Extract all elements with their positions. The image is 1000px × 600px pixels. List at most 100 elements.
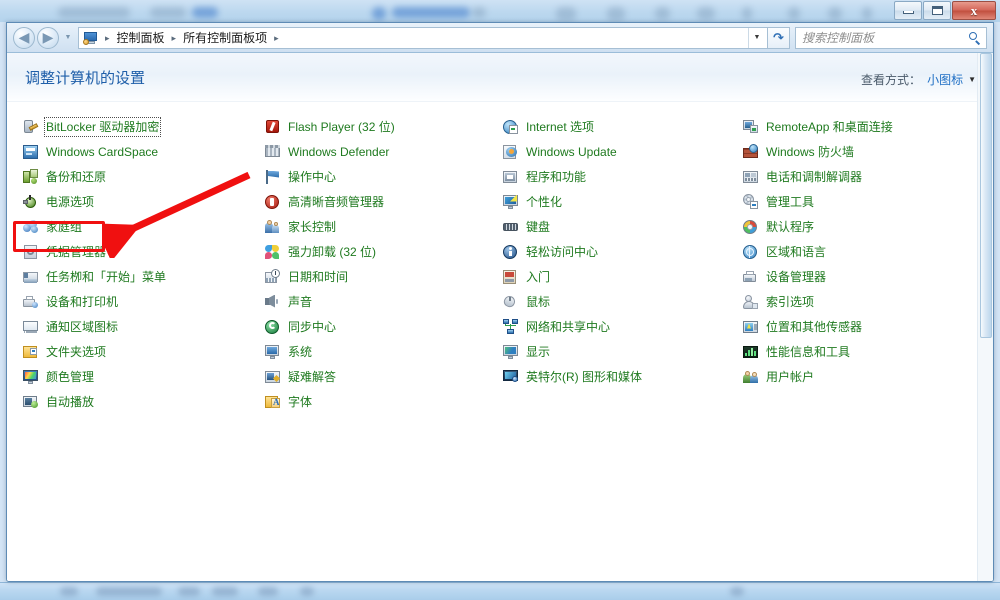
control-panel-item-label: 高清晰音频管理器 bbox=[288, 194, 385, 209]
view-by-control[interactable]: 查看方式： 小图标 ▼ bbox=[861, 71, 976, 88]
control-panel-item[interactable]: A 字体 bbox=[265, 389, 499, 414]
control-panel-item-label: 文件夹选项 bbox=[46, 344, 107, 359]
control-panel-item[interactable]: 自动播放 bbox=[23, 389, 259, 414]
breadcrumb-item-all-items[interactable]: 所有控制面板项 bbox=[179, 28, 271, 48]
control-panel-item[interactable]: 索引选项 bbox=[743, 289, 983, 314]
chevron-down-icon[interactable]: ▼ bbox=[968, 75, 976, 84]
control-panel-item[interactable]: 设备管理器 bbox=[743, 264, 983, 289]
vertical-scrollbar[interactable] bbox=[977, 53, 993, 581]
phone-modem-icon bbox=[743, 169, 759, 185]
blurred-background-taskbar bbox=[0, 582, 1000, 600]
control-panel-item[interactable]: BitLocker 驱动器加密 bbox=[23, 114, 259, 139]
windows-defender-icon bbox=[265, 144, 281, 160]
breadcrumb-separator-0[interactable]: ▸ bbox=[102, 28, 113, 48]
control-panel-item[interactable]: 用户帐户 bbox=[743, 364, 983, 389]
content-pane: 调整计算机的设置 查看方式： 小图标 ▼ BitLocker 驱动器加密 Wind… bbox=[7, 53, 993, 581]
minimize-icon bbox=[902, 11, 914, 14]
control-panel-item[interactable]: 管理工具 bbox=[743, 189, 983, 214]
control-panel-item[interactable]: 网络和共享中心 bbox=[503, 314, 735, 339]
forward-icon: ▶ bbox=[42, 29, 54, 46]
column-2: Flash Player (32 位) Windows Defender 操作中心高… bbox=[265, 114, 499, 414]
control-panel-item-label: 凭据管理器 bbox=[46, 244, 107, 259]
control-panel-item[interactable]: 强力卸载 (32 位) bbox=[265, 239, 499, 264]
control-panel-item[interactable]: 默认程序 bbox=[743, 214, 983, 239]
breadcrumb-separator-2[interactable]: ▸ bbox=[271, 28, 282, 48]
control-panel-item[interactable]: 设备和打印机 bbox=[23, 289, 259, 314]
control-panel-item[interactable]: 性能信息和工具 bbox=[743, 339, 983, 364]
control-panel-item[interactable]: 电话和调制解调器 bbox=[743, 164, 983, 189]
breadcrumb[interactable]: ▸ 控制面板 ▸ 所有控制面板项 ▸ ▼ bbox=[78, 26, 768, 49]
scrollbar-thumb[interactable] bbox=[980, 53, 992, 338]
back-button[interactable]: ◀ bbox=[13, 26, 35, 49]
control-panel-item[interactable]: 高清晰音频管理器 bbox=[265, 189, 499, 214]
control-panel-item[interactable]: 备份和还原 bbox=[23, 164, 259, 189]
forward-button[interactable]: ▶ bbox=[37, 26, 59, 49]
control-panel-item[interactable]: 声音 bbox=[265, 289, 499, 314]
keyboard-icon bbox=[503, 219, 519, 235]
control-panel-item-label: 位置和其他传感器 bbox=[766, 319, 863, 334]
control-panel-item[interactable]: 任务栁和「开始」菜单 bbox=[23, 264, 259, 289]
close-button[interactable]: x bbox=[952, 1, 996, 20]
control-panel-item[interactable]: Internet 选项 bbox=[503, 114, 735, 139]
control-panel-item[interactable]: 个性化 bbox=[503, 189, 735, 214]
control-panel-item[interactable]: Windows Defender bbox=[265, 139, 499, 164]
control-panel-item[interactable]: 通知区域图标 bbox=[23, 314, 259, 339]
address-dropdown-button[interactable]: ▼ bbox=[748, 27, 765, 48]
control-panel-item-label: 默认程序 bbox=[766, 219, 815, 234]
control-panel-item[interactable]: 家长控制 bbox=[265, 214, 499, 239]
control-panel-item[interactable]: 键盘 bbox=[503, 214, 735, 239]
control-panel-window: ◀ ▶ ▼ ▸ 控制面板 ▸ 所有控制面板项 ▸ ▼ ↷ 搜索控制面板 调整计算… bbox=[6, 22, 994, 582]
control-panel-item[interactable]: 凭据管理器 bbox=[23, 239, 259, 264]
control-panel-item[interactable]: 电源选项 bbox=[23, 189, 259, 214]
control-panel-item[interactable]: 家庭组 bbox=[23, 214, 259, 239]
taskbar-start-menu-icon bbox=[23, 269, 39, 285]
control-panel-item[interactable]: 日期和时间 bbox=[265, 264, 499, 289]
control-panel-item[interactable]: 轻松访问中心 bbox=[503, 239, 735, 264]
control-panel-item[interactable]: 颜色管理 bbox=[23, 364, 259, 389]
sound-icon bbox=[265, 294, 281, 310]
minimize-button[interactable] bbox=[894, 1, 922, 20]
control-panel-item-label: 家长控制 bbox=[288, 219, 337, 234]
control-panel-item[interactable]: Windows Update bbox=[503, 139, 735, 164]
history-dropdown-button[interactable]: ▼ bbox=[61, 34, 75, 41]
control-panel-item[interactable]: 鼠标 bbox=[502, 289, 735, 314]
control-panel-item[interactable]: 位置和其他传感器 bbox=[743, 314, 983, 339]
page-title: 调整计算机的设置 bbox=[25, 70, 146, 87]
control-panel-item-label: 入门 bbox=[526, 269, 551, 284]
control-panel-item[interactable]: Windows CardSpace bbox=[23, 139, 259, 164]
breadcrumb-separator-1[interactable]: ▸ bbox=[169, 28, 180, 48]
control-panel-item[interactable]: 显示 bbox=[503, 339, 735, 364]
control-panel-item-label: 任务栁和「开始」菜单 bbox=[46, 269, 167, 284]
control-panel-item[interactable]: 系统 bbox=[265, 339, 499, 364]
control-panel-item[interactable]: 文件夹选项 bbox=[23, 339, 259, 364]
control-panel-item[interactable]: RemoteApp 和桌面连接 bbox=[743, 114, 983, 139]
maximize-button[interactable] bbox=[923, 1, 951, 20]
control-panel-item[interactable]: Windows 防火墙 bbox=[743, 139, 983, 164]
control-panel-item[interactable]: 程序和功能 bbox=[503, 164, 735, 189]
control-panel-item-label: Internet 选项 bbox=[526, 119, 595, 134]
color-management-icon bbox=[23, 369, 39, 385]
search-icon bbox=[968, 31, 982, 45]
control-panel-item-label: 通知区域图标 bbox=[46, 319, 119, 334]
control-panel-item[interactable]: Flash Player (32 位) bbox=[265, 114, 499, 139]
view-by-value[interactable]: 小图标 bbox=[927, 71, 963, 88]
control-panel-item-label: 用户帐户 bbox=[766, 369, 815, 384]
control-panel-item-label: Windows Defender bbox=[288, 144, 390, 159]
parental-controls-icon bbox=[265, 219, 281, 235]
search-input[interactable]: 搜索控制面板 bbox=[795, 26, 987, 49]
control-panel-item[interactable]: 同步中心 bbox=[265, 314, 499, 339]
control-panel-item[interactable]: 英特尔(R) 图形和媒体 bbox=[503, 364, 735, 389]
refresh-button[interactable]: ↷ bbox=[768, 26, 790, 49]
control-panel-item[interactable]: 操作中心 bbox=[265, 164, 499, 189]
fonts-icon: A bbox=[265, 394, 281, 410]
control-panel-item-label: 自动播放 bbox=[46, 394, 95, 409]
control-panel-item-label: 日期和时间 bbox=[288, 269, 349, 284]
column-4: RemoteApp 和桌面连接 Windows 防火墙 电话和调制解调器 管理工具默认… bbox=[743, 114, 983, 389]
backup-restore-icon bbox=[23, 168, 39, 185]
control-panel-item[interactable]: 区域和语言 bbox=[743, 239, 983, 264]
control-panel-item[interactable]: 疑难解答 bbox=[265, 364, 499, 389]
breadcrumb-item-control-panel[interactable]: 控制面板 bbox=[113, 28, 169, 48]
control-panel-item[interactable]: 入门 bbox=[503, 264, 735, 289]
personalization-icon bbox=[503, 194, 519, 210]
force-uninstall-icon bbox=[265, 244, 281, 260]
